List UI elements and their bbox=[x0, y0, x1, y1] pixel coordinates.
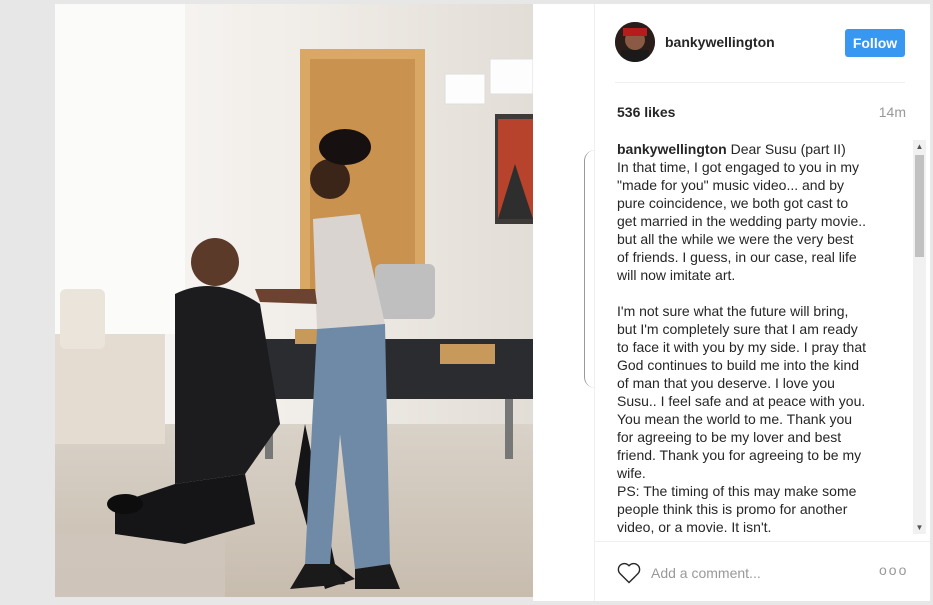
caption-line: God continues to build me into the kind bbox=[617, 357, 860, 373]
likes-count[interactable]: 536 likes bbox=[617, 104, 675, 120]
post-sidebar: bankywellington Follow 536 likes 14m ban… bbox=[594, 4, 930, 601]
avatar-image bbox=[615, 22, 655, 62]
caption-blank-line bbox=[617, 284, 912, 302]
heart-icon[interactable] bbox=[617, 562, 641, 584]
avatar[interactable] bbox=[615, 22, 655, 62]
caption-username[interactable]: bankywellington bbox=[617, 141, 727, 157]
post-timestamp[interactable]: 14m bbox=[879, 104, 906, 120]
caption-container[interactable]: bankywellington Dear Susu (part II) In t… bbox=[617, 140, 912, 536]
header-divider bbox=[615, 82, 905, 83]
caption-line: people think this is promo for another bbox=[617, 501, 848, 517]
caption-line: Dear Susu (part II) bbox=[730, 141, 846, 157]
caption-line: wife. bbox=[617, 465, 646, 481]
post-username[interactable]: bankywellington bbox=[665, 34, 775, 50]
post-header: bankywellington Follow bbox=[595, 4, 930, 82]
caption-line: PS: The timing of this may make some bbox=[617, 483, 857, 499]
caption-line: You mean the world to me. Thank you bbox=[617, 411, 853, 427]
caption-line: "made for you" music video... and by bbox=[617, 177, 845, 193]
caption-line: but all the while we were the very best bbox=[617, 231, 854, 247]
caption-line: Susu.. I feel safe and at peace with you… bbox=[617, 393, 866, 409]
scroll-up-arrow-icon[interactable]: ▲ bbox=[913, 140, 926, 153]
caption-line: pure coincidence, we both got cast to bbox=[617, 195, 849, 211]
caption: bankywellington Dear Susu (part II) In t… bbox=[617, 140, 912, 536]
caption-line: will now imitate art. bbox=[617, 267, 736, 283]
caption-line: I'm not sure what the future will bring, bbox=[617, 303, 849, 319]
caption-line: of friends. I guess, in our case, real l… bbox=[617, 249, 857, 265]
caption-line: of man that you deserve. I love you bbox=[617, 375, 835, 391]
follow-button[interactable]: Follow bbox=[845, 29, 905, 57]
scroll-down-arrow-icon[interactable]: ▼ bbox=[913, 521, 926, 534]
caption-line: for agreeing to be my lover and best bbox=[617, 429, 842, 445]
caption-line-first: bankywellington Dear Susu (part II) bbox=[617, 140, 912, 158]
post-photo-image bbox=[55, 4, 533, 597]
caption-line: but I'm completely sure that I am ready bbox=[617, 321, 858, 337]
caption-line: get married in the wedding party movie.. bbox=[617, 213, 867, 229]
caption-scrollbar[interactable]: ▲ ▼ bbox=[913, 140, 926, 534]
scroll-thumb[interactable] bbox=[915, 155, 924, 257]
more-options-icon[interactable]: ooo bbox=[879, 562, 908, 578]
comment-bar: ooo bbox=[595, 542, 930, 601]
caption-line: In that time, I got engaged to you in my bbox=[617, 159, 860, 175]
caption-line: to face it with you by my side. I pray t… bbox=[617, 339, 866, 355]
add-comment-input[interactable] bbox=[651, 562, 851, 584]
caption-line: video, or a movie. It isn't. bbox=[617, 519, 772, 535]
caption-line: friend. Thank you for agreeing to be my bbox=[617, 447, 862, 463]
post-photo[interactable] bbox=[55, 4, 533, 597]
